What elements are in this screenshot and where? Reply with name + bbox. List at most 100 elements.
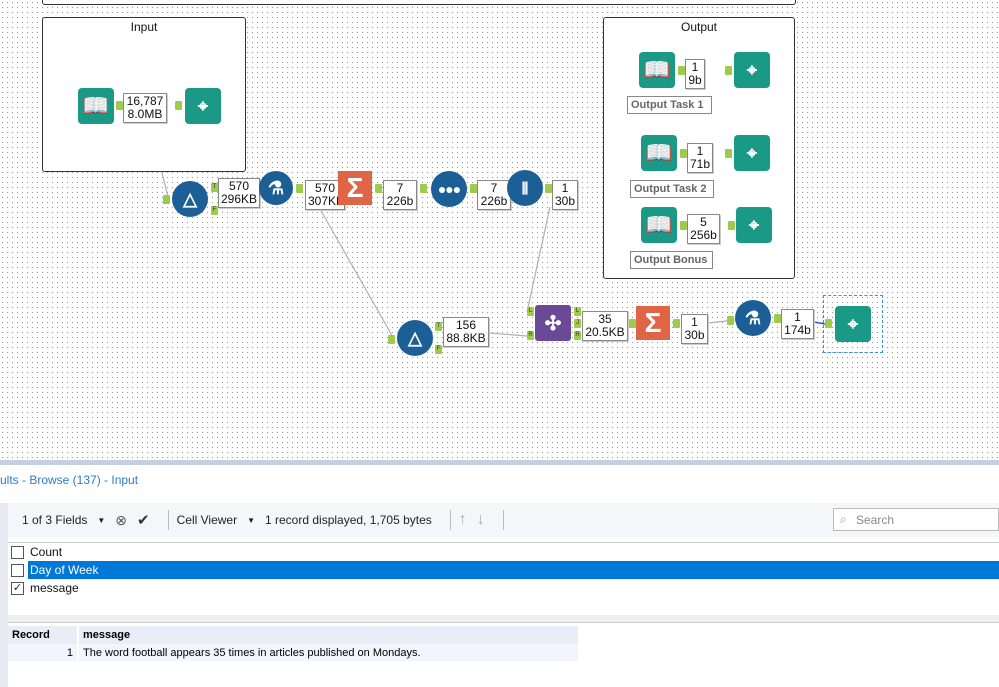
join-output-anchor[interactable]: J — [574, 319, 581, 328]
input-anchor[interactable] — [725, 66, 732, 75]
size: 256b — [690, 228, 717, 242]
left-output-anchor[interactable]: L — [574, 307, 581, 316]
output-anchor[interactable] — [678, 66, 685, 75]
left-anchor[interactable]: L — [527, 307, 534, 316]
record-count-label: 16,787 8.0MB — [123, 93, 167, 123]
size: 307KB — [308, 194, 345, 208]
output-anchor[interactable] — [774, 314, 781, 323]
workflow-canvas[interactable]: Input 📖 16,787 8.0MB ⌖ △ T F 570 296KB ⚗ 5… — [0, 0, 999, 460]
book-icon[interactable]: 📖 — [78, 88, 114, 124]
checkbox[interactable] — [11, 563, 24, 577]
test-tubes-icon[interactable]: ⫼ — [507, 170, 543, 206]
filter-icon[interactable]: △ — [172, 181, 208, 217]
right-anchor[interactable]: R — [527, 331, 534, 340]
checkbox[interactable]: ✓ — [11, 581, 24, 595]
annotation: Output Bonus — [630, 251, 713, 269]
chevron-down-icon[interactable]: ▼ — [97, 516, 105, 525]
size: 71b — [690, 157, 711, 171]
false-anchor[interactable]: F — [435, 345, 442, 354]
size: 8.0MB — [127, 107, 163, 121]
input-anchor[interactable] — [727, 316, 734, 325]
field-item[interactable]: Day of Week — [8, 561, 999, 579]
field-name: Count — [30, 545, 63, 559]
field-item[interactable]: ✓ message — [8, 579, 999, 597]
fields-dropdown[interactable]: 1 of 3 Fields — [22, 513, 87, 527]
record-count-label: 156 88.8KB — [443, 317, 489, 347]
input-anchor[interactable] — [163, 195, 170, 204]
input-anchor[interactable] — [175, 101, 182, 110]
flask-icon[interactable]: ⚗ — [259, 171, 293, 205]
record-count-label: 1 30b — [552, 180, 578, 210]
binoculars-icon[interactable]: ⌖ — [736, 207, 772, 243]
dots-icon[interactable]: ●●● — [431, 171, 467, 207]
input-anchor[interactable] — [725, 149, 732, 158]
clear-icon[interactable]: ⊗ — [115, 512, 127, 529]
search-placeholder: Search — [856, 513, 895, 527]
output-anchor[interactable] — [680, 221, 687, 230]
input-anchor[interactable] — [420, 184, 427, 193]
input-anchor[interactable] — [629, 319, 636, 328]
chevron-down-icon[interactable]: ▼ — [247, 516, 255, 525]
table-row[interactable]: 1 The word football appears 35 times in a… — [8, 644, 580, 661]
input-anchor[interactable] — [728, 221, 735, 230]
record-count-label: 35 20.5KB — [582, 311, 628, 341]
field-list: Count Day of Week ✓ message — [8, 542, 999, 615]
splitter[interactable] — [8, 615, 999, 623]
sigma-icon[interactable]: Σ — [636, 306, 670, 340]
binoculars-icon[interactable]: ⌖ — [835, 306, 871, 342]
column-header[interactable]: message — [78, 626, 580, 644]
binoculars-icon[interactable]: ⌖ — [734, 135, 770, 171]
message-cell[interactable]: The word football appears 35 times in ar… — [78, 644, 580, 661]
container-title: Output — [680, 20, 718, 34]
results-table: Record message 1 The word football appears… — [8, 626, 580, 661]
record-count-label: 1 30b — [681, 314, 708, 344]
false-anchor[interactable]: F — [211, 206, 218, 215]
book-icon[interactable]: 📖 — [639, 52, 675, 88]
field-item[interactable]: Count — [8, 543, 999, 561]
connection — [526, 206, 551, 313]
arrow-down-icon[interactable]: ↓ — [477, 511, 485, 529]
record-count-label: 7 226b — [477, 180, 511, 210]
output-anchor[interactable] — [545, 184, 552, 193]
cell-viewer-dropdown[interactable]: Cell Viewer — [177, 513, 237, 527]
output-anchor[interactable] — [296, 184, 303, 193]
sigma-icon[interactable]: Σ — [338, 171, 372, 205]
check-icon[interactable]: ✔ — [137, 511, 150, 529]
table-header: Record message — [8, 626, 580, 644]
book-icon[interactable]: 📖 — [641, 207, 677, 243]
search-input[interactable]: ⌕ Search — [833, 508, 999, 531]
input-anchor[interactable] — [825, 319, 832, 328]
record-count-label: 1 174b — [781, 309, 814, 339]
true-anchor[interactable]: T — [211, 183, 218, 192]
annotation: Output Task 2 — [630, 180, 714, 198]
size: 174b — [784, 323, 811, 337]
record-count-label: 1 71b — [687, 143, 713, 173]
flask-icon[interactable]: ⚗ — [735, 300, 771, 336]
record-count-label: 570 296KB — [218, 178, 260, 208]
status-text: 1 record displayed, 1,705 bytes — [265, 513, 432, 527]
output-anchor[interactable] — [673, 319, 680, 328]
size: 226b — [386, 194, 414, 208]
binoculars-icon[interactable]: ⌖ — [185, 88, 221, 124]
output-anchor[interactable] — [680, 149, 687, 158]
output-anchor[interactable] — [375, 184, 382, 193]
separator — [502, 510, 504, 530]
output-anchor[interactable] — [470, 184, 477, 193]
checkbox[interactable] — [11, 545, 24, 559]
input-anchor[interactable] — [388, 335, 395, 344]
book-icon[interactable]: 📖 — [641, 135, 677, 171]
binoculars-icon[interactable]: ⌖ — [734, 52, 770, 88]
filter-icon[interactable]: △ — [397, 320, 433, 356]
field-name: message — [30, 581, 79, 595]
size: 9b — [688, 73, 702, 87]
output-anchor[interactable] — [116, 101, 123, 110]
true-anchor[interactable]: T — [435, 322, 442, 331]
record-count-label: 7 226b — [383, 180, 417, 210]
side-strip — [0, 503, 8, 687]
column-header[interactable]: Record — [8, 626, 79, 644]
size: 88.8KB — [446, 331, 486, 345]
join-icon[interactable]: ✣ — [535, 305, 571, 341]
size: 296KB — [221, 192, 258, 206]
right-output-anchor[interactable]: R — [574, 331, 581, 340]
arrow-up-icon[interactable]: ↑ — [459, 511, 467, 529]
